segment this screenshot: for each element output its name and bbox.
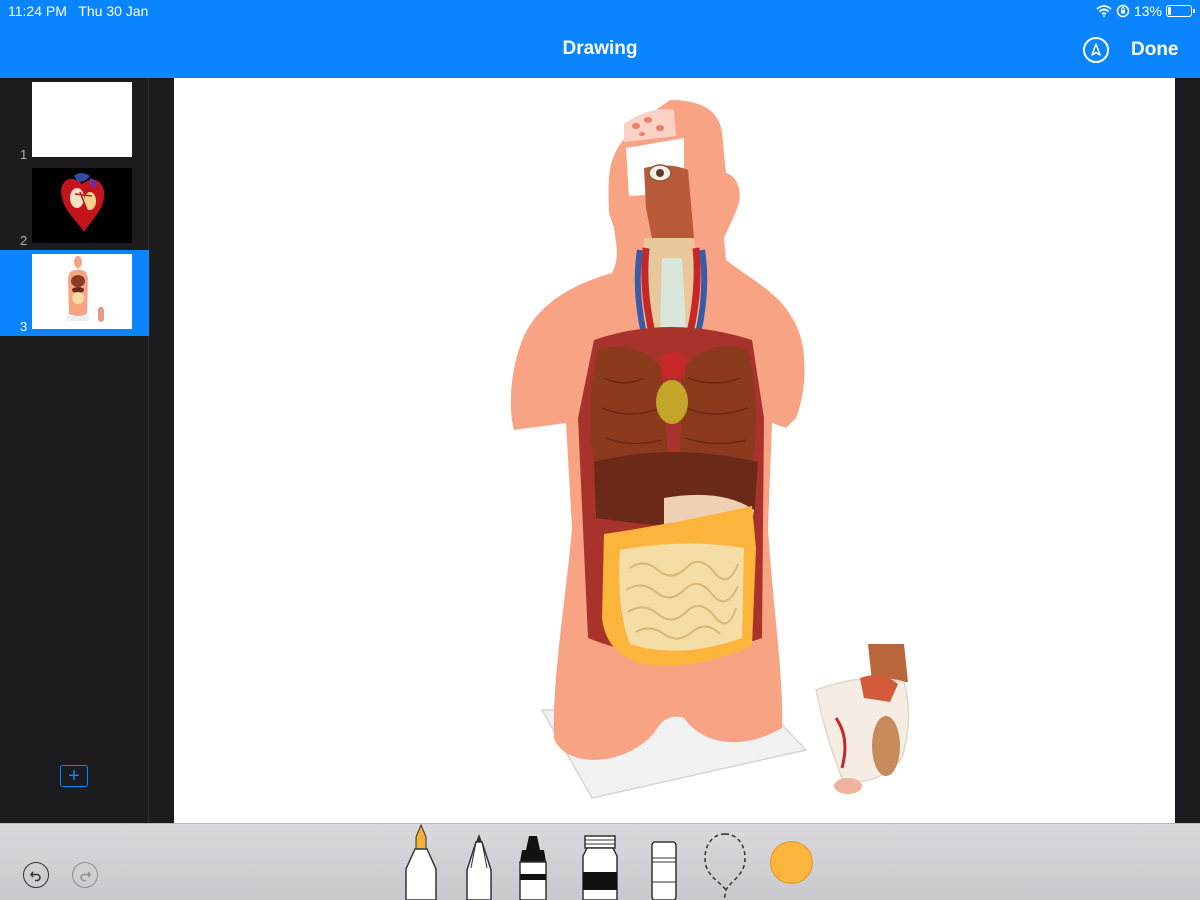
slide-number: 3 xyxy=(20,319,28,334)
undo-icon xyxy=(30,871,41,882)
wifi-icon xyxy=(1096,5,1112,17)
slide-navigator: 1 2 3 + xyxy=(0,78,149,823)
done-button[interactable]: Done xyxy=(1131,39,1179,61)
slide-thumbnail-2[interactable]: 2 xyxy=(0,164,149,250)
markup-button[interactable] xyxy=(1083,37,1109,63)
color-picker-button[interactable] xyxy=(770,841,813,884)
pen-icon[interactable] xyxy=(402,823,440,900)
drawing-canvas[interactable] xyxy=(174,78,1175,823)
page-title: Drawing xyxy=(562,38,638,59)
anatomy-drawing xyxy=(510,100,910,799)
slide-preview xyxy=(32,82,132,157)
torso-model-image xyxy=(67,256,104,322)
lasso-icon[interactable] xyxy=(700,830,750,900)
add-slide-button[interactable]: + xyxy=(60,765,88,787)
small-intestine xyxy=(619,543,744,651)
slide-number: 1 xyxy=(20,147,28,162)
paint-tube-icon[interactable] xyxy=(577,832,623,900)
plus-icon: + xyxy=(68,765,80,787)
battery-level xyxy=(1168,7,1171,15)
slide-preview xyxy=(32,254,132,329)
redo-button[interactable] xyxy=(72,862,98,888)
heart-anatomy-image xyxy=(61,173,105,232)
battery-icon xyxy=(1166,5,1195,17)
pencil-icon[interactable] xyxy=(464,832,494,900)
undo-button[interactable] xyxy=(23,862,49,888)
orientation-lock-icon xyxy=(1116,4,1130,18)
pen-tip-icon xyxy=(1091,43,1101,56)
canvas-margin xyxy=(1175,78,1200,823)
redo-icon xyxy=(80,871,91,882)
status-indicators: 13% xyxy=(1096,3,1195,19)
drawing-toolbar xyxy=(0,823,1200,900)
eraser-icon[interactable] xyxy=(648,832,680,900)
marker-icon[interactable] xyxy=(516,832,550,900)
heart xyxy=(656,380,688,424)
slide-thumbnail-1[interactable]: 1 xyxy=(0,78,149,164)
pelvis-model xyxy=(815,644,910,794)
slide-preview xyxy=(32,168,132,243)
right-lung xyxy=(680,345,757,462)
trachea xyxy=(660,258,686,330)
status-time: 11:24 PM Thu 30 Jan xyxy=(8,3,149,19)
battery-percent: 13% xyxy=(1133,3,1162,19)
navigation-bar: 11:24 PM Thu 30 Jan 13% Drawing Done xyxy=(0,0,1200,78)
slide-number: 2 xyxy=(20,233,28,248)
slide-thumbnail-3[interactable]: 3 xyxy=(0,250,149,336)
